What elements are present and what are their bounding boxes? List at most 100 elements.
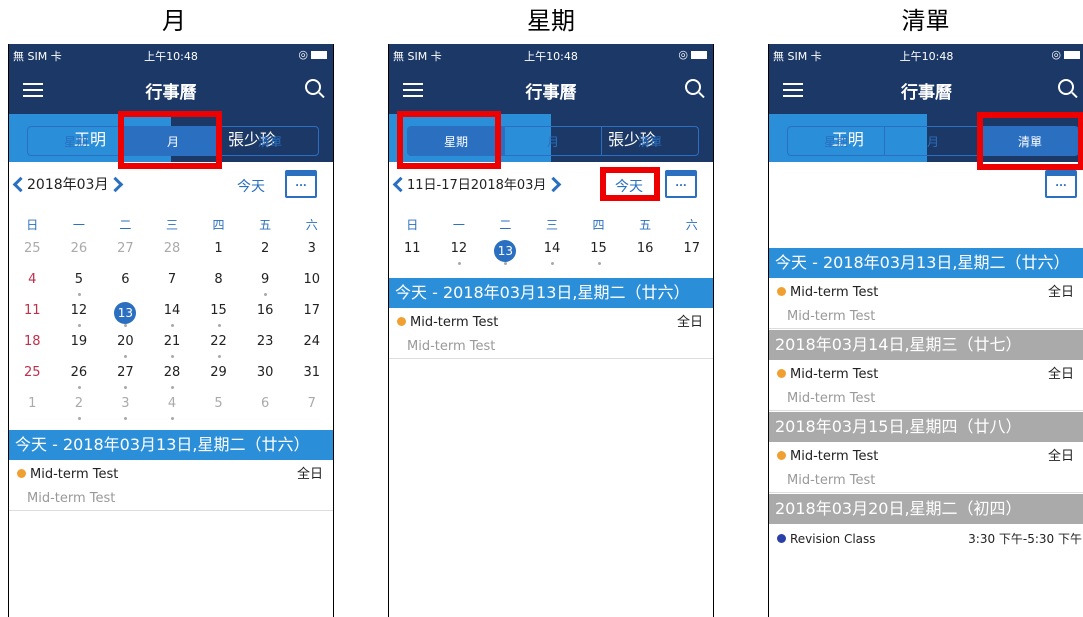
day-cell[interactable]: 5	[195, 395, 242, 426]
day-cell[interactable]: 5	[56, 271, 103, 302]
day-cell[interactable]: 14	[529, 240, 576, 271]
day-cell[interactable]: 16	[242, 302, 289, 333]
day-cell[interactable]: 9	[242, 271, 289, 302]
day-cell[interactable]: 30	[242, 364, 289, 395]
day-cell[interactable]: 18	[9, 333, 56, 364]
event-dot-icon	[170, 355, 174, 358]
day-cell[interactable]: 12	[56, 302, 103, 333]
segment-list[interactable]: 清單	[602, 127, 698, 155]
today-button[interactable]: 今天	[237, 176, 265, 196]
day-cell[interactable]: 22	[195, 333, 242, 364]
day-number: 25	[24, 365, 41, 380]
prev-month-icon[interactable]	[12, 176, 29, 192]
day-cell[interactable]: 31	[288, 364, 333, 395]
day-cell[interactable]: 23	[242, 333, 289, 364]
prev-week-icon[interactable]	[392, 176, 409, 193]
day-cell[interactable]: 12	[436, 240, 483, 271]
day-cell[interactable]: 7	[149, 271, 196, 302]
list-event-item[interactable]: Mid-term Test 全日	[769, 281, 1083, 305]
day-number: 6	[121, 272, 130, 287]
month-navigator: 2018年03月	[9, 174, 125, 202]
event-dot-icon	[504, 262, 508, 265]
day-cell[interactable]: 6	[102, 271, 149, 302]
day-cell[interactable]: 27	[102, 240, 149, 271]
day-number: 21	[163, 334, 181, 349]
day-cell[interactable]: 28	[149, 364, 196, 395]
day-cell[interactable]: 13	[102, 302, 149, 333]
day-number: 12	[70, 303, 88, 318]
navbar: 行事曆	[769, 66, 1083, 114]
day-cell[interactable]: 25	[9, 364, 56, 395]
list-event-item[interactable]: Mid-term Test 全日	[769, 445, 1083, 469]
day-cell[interactable]: 20	[102, 333, 149, 364]
next-week-icon[interactable]	[546, 176, 562, 193]
event-item[interactable]: Mid-term Test 全日	[389, 311, 713, 335]
event-item[interactable]: Mid-term Test 全日	[9, 463, 333, 487]
day-cell[interactable]: 24	[288, 333, 333, 364]
list-event-item[interactable]: Revision Class 3:30 下午-5:30 下午	[769, 527, 1083, 551]
segment-month[interactable]: 月	[885, 127, 982, 155]
event-time: 全日	[1047, 285, 1074, 300]
search-icon[interactable]	[685, 79, 701, 95]
day-number: 31	[303, 365, 320, 380]
weekday-wed: 三	[165, 218, 178, 232]
day-cell[interactable]: 27	[102, 364, 149, 395]
weekday-sat: 六	[305, 218, 318, 232]
segment-list[interactable]: 清單	[222, 127, 318, 155]
day-cell[interactable]: 26	[56, 240, 103, 271]
day-cell[interactable]: 2	[242, 240, 289, 271]
day-cell[interactable]: 14	[149, 302, 196, 333]
search-icon[interactable]	[305, 79, 321, 95]
day-cell[interactable]: 26	[56, 364, 103, 395]
day-number: 25	[24, 241, 41, 256]
day-cell[interactable]: 3	[102, 395, 149, 426]
navbar: 行事曆	[9, 66, 333, 114]
calendar-icon[interactable]: ...	[1045, 170, 1077, 198]
calendar-icon[interactable]: ...	[665, 170, 697, 198]
day-cell[interactable]: 8	[195, 271, 242, 302]
calendar-icon[interactable]: ...	[285, 170, 317, 198]
phone-list-view: 無 SIM 卡 上午10:48 ◎ 行事曆 王明 張少珍 星期 月 清單 ...…	[768, 44, 1083, 617]
day-cell[interactable]: 13	[482, 240, 529, 271]
day-cell[interactable]: 29	[195, 364, 242, 395]
event-dot-icon	[777, 534, 786, 543]
segment-week[interactable]: 星期	[788, 127, 885, 155]
day-cell[interactable]: 17	[288, 302, 333, 333]
week-navigator: 11日-17日2018年03月	[389, 174, 563, 202]
day-cell[interactable]: 4	[9, 271, 56, 302]
day-cell[interactable]: 4	[149, 395, 196, 426]
page-title: 行事曆	[901, 83, 952, 103]
day-cell[interactable]: 15	[195, 302, 242, 333]
day-cell[interactable]: 1	[9, 395, 56, 426]
day-cell[interactable]: 25	[9, 240, 56, 271]
day-number: 18	[24, 334, 41, 349]
day-cell[interactable]: 21	[149, 333, 196, 364]
day-cell[interactable]: 28	[149, 240, 196, 271]
day-cell[interactable]: 17	[668, 240, 713, 271]
day-cell[interactable]: 3	[288, 240, 333, 271]
segment-month[interactable]: 月	[505, 127, 602, 155]
next-month-icon[interactable]	[108, 176, 124, 192]
search-icon[interactable]	[1058, 79, 1074, 95]
day-cell[interactable]: 11	[9, 302, 56, 333]
day-number: 9	[260, 272, 270, 287]
day-number: 26	[70, 241, 88, 256]
event-subtitle: Mid-term Test	[769, 469, 1083, 493]
day-cell[interactable]: 19	[56, 333, 103, 364]
segment-week[interactable]: 星期	[28, 127, 125, 155]
event-time: 全日	[1047, 449, 1074, 464]
day-cell[interactable]: 1	[195, 240, 242, 271]
day-cell[interactable]: 6	[242, 395, 289, 426]
day-cell[interactable]: 7	[288, 395, 333, 426]
event-subtitle: Mid-term Test	[769, 305, 1083, 329]
day-cell[interactable]: 11	[389, 240, 436, 271]
day-cell[interactable]: 15	[575, 240, 622, 271]
list-event-item[interactable]: Mid-term Test 全日	[769, 363, 1083, 387]
weekday-header: 日 一 二 三 四 五 六	[389, 216, 713, 233]
day-cell[interactable]: 16	[622, 240, 669, 271]
today-button[interactable]: 今天	[615, 176, 643, 196]
day-cell[interactable]: 2	[56, 395, 103, 426]
day-cell[interactable]: 10	[288, 271, 333, 302]
event-title: Mid-term Test	[790, 449, 879, 464]
day-number: 28	[163, 241, 181, 256]
